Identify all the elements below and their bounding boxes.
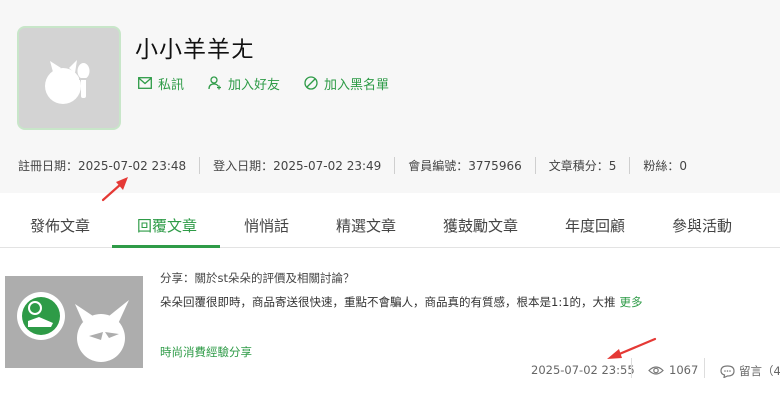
post-views: 1067	[648, 363, 698, 377]
tab-encouraged-posts[interactable]: 獲鼓勵文章	[443, 215, 518, 236]
arrow-icon	[607, 337, 657, 359]
tab-activities[interactable]: 參與活動	[672, 215, 732, 236]
post-timestamp: 2025-07-02 23:55	[531, 363, 635, 377]
post-excerpt: 朵朵回覆很即時，商品寄送很快速，重點不會騙人，商品真的有質感，根本是1:1的，大…	[160, 294, 643, 310]
post-category-link[interactable]: 時尚消費經驗分享	[160, 344, 252, 360]
views-count: 1067	[669, 363, 699, 377]
tab-annual-review[interactable]: 年度回顧	[565, 215, 625, 236]
profile-actions: 私訊 加入好友 加入黑名單	[138, 73, 413, 93]
read-more-link[interactable]: 更多	[620, 295, 643, 309]
block-icon	[304, 76, 318, 90]
mail-icon	[138, 77, 152, 89]
tab-published-posts[interactable]: 發佈文章	[30, 215, 90, 236]
username: 小小羊羊ㄤ	[135, 37, 255, 63]
message-label: 私訊	[158, 77, 185, 93]
add-friend-label: 加入好友	[228, 77, 281, 93]
meta-divider	[704, 358, 705, 378]
tab-featured-posts[interactable]: 精選文章	[336, 215, 396, 236]
meta-divider	[631, 358, 632, 378]
eye-icon	[648, 365, 664, 375]
post-comments[interactable]: 留言（4	[720, 363, 780, 379]
tab-whispers[interactable]: 悄悄話	[244, 215, 289, 236]
post-title[interactable]: 分享：關於st朵朵的評價及相關討論？	[160, 270, 355, 286]
member-id: 會員編號：3775966	[394, 157, 534, 174]
comments-count: 留言（4	[739, 364, 780, 378]
article-points: 文章積分：5	[534, 157, 630, 174]
profile-tabs: 發佈文章 回覆文章 悄悄話 精選文章 獲鼓勵文章 年度回顧 參與活動	[0, 193, 780, 248]
avatar-placeholder-icon	[45, 60, 90, 104]
add-blacklist-button[interactable]: 加入黑名單	[304, 74, 389, 93]
login-date: 登入日期：2025-07-02 23:49	[199, 157, 394, 174]
post-thumbnail[interactable]	[5, 276, 143, 368]
profile-stats: 註冊日期：2025-07-02 23:48 登入日期：2025-07-02 23…	[18, 157, 700, 174]
active-tab-indicator	[112, 245, 220, 248]
fans-count: 粉絲：0	[629, 157, 700, 174]
avatar[interactable]	[17, 26, 121, 130]
add-friend-icon	[208, 76, 222, 90]
message-button[interactable]: 私訊	[138, 74, 184, 93]
register-date: 註冊日期：2025-07-02 23:48	[18, 159, 187, 173]
post-excerpt-text: 朵朵回覆很即時，商品寄送很快速，重點不會騙人，商品真的有質感，根本是1:1的，大…	[160, 295, 616, 309]
add-blacklist-label: 加入黑名單	[324, 77, 390, 93]
comment-icon	[720, 364, 735, 378]
add-friend-button[interactable]: 加入好友	[208, 74, 280, 93]
thumbnail-placeholder-icon	[17, 292, 129, 362]
tab-replied-posts[interactable]: 回覆文章	[137, 215, 197, 236]
